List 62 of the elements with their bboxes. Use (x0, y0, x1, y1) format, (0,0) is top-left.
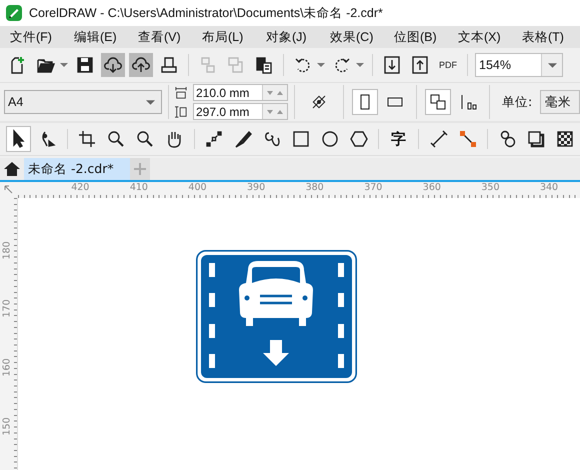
ruler-label: 350 (480, 182, 501, 195)
road-sign-drawing[interactable] (196, 250, 357, 383)
menu-item[interactable]: 文件(F) (4, 28, 68, 46)
ruler-label: 360 (422, 182, 442, 195)
height-icon (175, 106, 187, 118)
page-size-combo[interactable]: A4 (4, 90, 162, 114)
ruler-label: 390 (246, 182, 266, 195)
caret-icon[interactable] (317, 63, 325, 67)
menu-item[interactable]: 效果(C) (324, 28, 388, 46)
width-icon (175, 86, 187, 98)
caret-icon[interactable] (60, 63, 68, 67)
unit-combo[interactable]: 毫米 (540, 90, 580, 114)
plus-icon (134, 163, 146, 175)
toolbar-button[interactable] (129, 53, 153, 77)
caret-icon[interactable] (356, 63, 364, 67)
line-icon (428, 129, 449, 149)
brush-icon (233, 129, 254, 149)
toolbar-button[interactable] (101, 53, 125, 77)
menu-item[interactable]: 文本(X) (452, 28, 516, 46)
document-tab[interactable]: 未命名 -2.cdr* (24, 158, 130, 180)
tool-button[interactable]: 字 (386, 126, 412, 152)
unit-label: 单位: (502, 94, 532, 110)
search-icon (135, 129, 156, 149)
clipboard-icon (254, 55, 274, 75)
overlapping-squares-icon (428, 92, 448, 112)
rectangle-icon (290, 129, 311, 149)
curve-tool-icon (204, 129, 224, 149)
menu-item[interactable]: 编辑(E) (68, 28, 132, 46)
orientation-button[interactable] (352, 89, 378, 115)
ruler-label: 400 (187, 182, 208, 195)
menu-item[interactable]: 表格(T) (516, 28, 580, 46)
ruler-label: 410 (128, 182, 149, 195)
home-icon[interactable] (4, 161, 20, 177)
import-icon (382, 55, 402, 75)
menu-item[interactable]: 布局(L) (196, 28, 260, 46)
crop-icon (77, 129, 98, 149)
cloud-download-icon (103, 55, 123, 75)
ruler-label: 420 (70, 182, 90, 195)
toolbar-button[interactable]: PDF (436, 53, 460, 77)
export-icon (410, 55, 430, 75)
search-icon (106, 129, 126, 149)
ruler-origin-icon[interactable] (4, 185, 14, 195)
caret-icon (146, 100, 155, 104)
window-title: CorelDRAW - C:\Users\Administrator\Documents\未命名 -2.cdr* (29, 4, 383, 22)
cloud-upload-icon (131, 55, 151, 75)
ruler-label: 340 (538, 182, 560, 195)
ruler-label: 380 (304, 182, 325, 195)
caret-icon (548, 62, 556, 68)
menu-item[interactable]: 位图(B) (388, 28, 452, 46)
shadow-icon (526, 129, 546, 149)
menu-item[interactable]: 查看(V) (132, 28, 196, 46)
circle-icon (320, 129, 340, 149)
zoom-combo[interactable]: 154% (475, 53, 563, 77)
connector-icon (458, 129, 478, 149)
hexagon-icon (348, 129, 369, 149)
printer-icon (159, 55, 179, 75)
tool-button[interactable] (6, 126, 32, 152)
app-logo-icon (6, 5, 22, 21)
menu-item[interactable]: 对象(J) (260, 28, 324, 46)
checkerboard-icon (555, 129, 576, 149)
all-pages-button[interactable] (425, 89, 451, 115)
ruler-label: 370 (363, 182, 384, 195)
